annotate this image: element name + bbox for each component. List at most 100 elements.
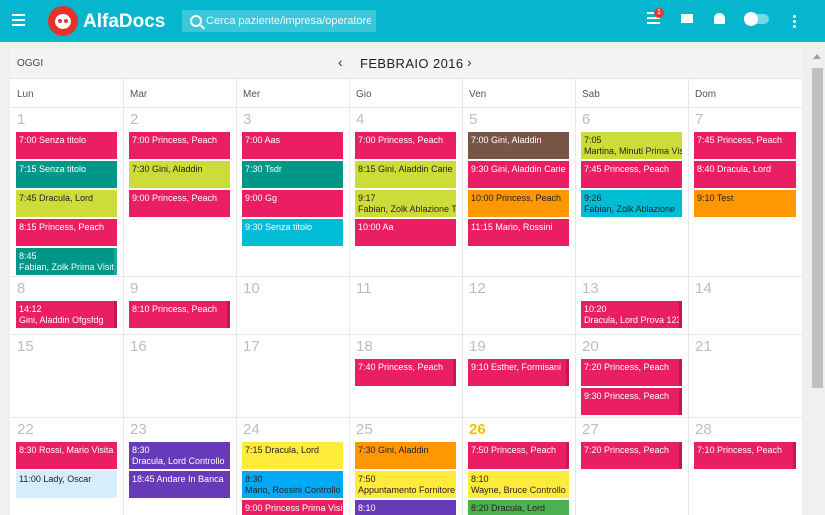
day-name-header: Dom: [695, 89, 717, 100]
calendar-event[interactable]: 7:45 Princess, Peach: [694, 132, 796, 159]
calendar-event[interactable]: 7:20 Princess, Peach: [581, 442, 682, 469]
calendar-event[interactable]: 7:45 Dracula, Lord: [16, 190, 117, 217]
calendar-event[interactable]: 9:30 Gini, Aladdin Carie: [468, 161, 569, 188]
calendar-event[interactable]: 7:00 Senza titolo: [16, 132, 117, 159]
calendar-event[interactable]: 7:40 Princess, Peach: [355, 359, 456, 386]
prev-month-button[interactable]: ‹: [338, 54, 343, 70]
calendar-event[interactable]: 9:17 Fabian, Zolk Ablazione Ta: [355, 190, 456, 217]
calendar-event[interactable]: 8:10 Wayne, Bruce Controllo: [468, 471, 569, 498]
logo-icon: [48, 6, 78, 36]
bell-icon[interactable]: [714, 13, 725, 24]
event-type: Controllo: [527, 485, 566, 495]
calendar-event[interactable]: 7:50 Appuntamento Fornitore: [355, 471, 456, 498]
calendar-event[interactable]: 7:15 Dracula, Lord: [242, 442, 343, 469]
calendar-event[interactable]: 7:00 Princess, Peach: [129, 132, 230, 159]
day-number[interactable]: 18: [356, 338, 373, 355]
day-number[interactable]: 20: [582, 338, 599, 355]
mail-icon[interactable]: [681, 14, 693, 23]
day-number[interactable]: 28: [695, 421, 712, 438]
calendar-event[interactable]: 10:00 Aa: [355, 219, 456, 246]
calendar-event[interactable]: 7:30 Tsdr: [242, 161, 343, 188]
calendar-event[interactable]: 9:10 Test: [694, 190, 796, 217]
day-number[interactable]: 17: [243, 338, 260, 355]
today-button[interactable]: OGGI: [17, 58, 43, 69]
day-number[interactable]: 15: [17, 338, 34, 355]
calendar-event[interactable]: 8:30 Dracula, Lord Controllo: [129, 442, 230, 469]
day-number[interactable]: 22: [17, 421, 34, 438]
calendar-event[interactable]: 7:05 Martina, Minuti Prima Visi: [581, 132, 682, 159]
event-title: 7:05: [584, 135, 602, 145]
calendar-event[interactable]: 9:26 Fabian, Zolk Ablazione: [581, 190, 682, 217]
calendar-event[interactable]: 9:30 Senza titolo: [242, 219, 343, 246]
calendar-event[interactable]: 9:00 Princess, Peach: [129, 190, 230, 217]
more-vert-icon[interactable]: [793, 15, 796, 30]
calendar-event[interactable]: 8:40 Dracula, Lord: [694, 161, 796, 188]
event-title: 8:10: [358, 503, 376, 513]
day-number[interactable]: 14: [695, 280, 712, 297]
calendar-event[interactable]: 8:10 Princess, Peach: [129, 301, 230, 328]
day-number[interactable]: 7: [695, 111, 703, 128]
event-patient: Fabian, Zolk Prima Visita: [19, 262, 117, 272]
calendar-event[interactable]: 7:50 Princess, Peach: [468, 442, 569, 469]
day-number[interactable]: 25: [356, 421, 373, 438]
calendar-event[interactable]: 18:45 Andare In Banca: [129, 471, 230, 498]
day-number[interactable]: 11: [356, 280, 372, 297]
day-number[interactable]: 9: [130, 280, 138, 297]
calendar-event[interactable]: 8:20 Dracula, Lord: [468, 500, 569, 515]
search-box[interactable]: [182, 10, 376, 32]
calendar-event[interactable]: 9:00 Princess Prima Visita: [242, 500, 343, 515]
next-month-button[interactable]: ›: [467, 54, 472, 70]
calendar-event[interactable]: 7:10 Princess, Peach: [694, 442, 796, 469]
day-number[interactable]: 8: [17, 280, 25, 297]
calendar-event[interactable]: 9:00 Gg: [242, 190, 343, 217]
day-number[interactable]: 3: [243, 111, 251, 128]
calendar-event[interactable]: 7:20 Princess, Peach: [581, 359, 682, 386]
event-patient: Dracula, Lord Controllo: [132, 456, 225, 466]
day-number[interactable]: 10: [243, 280, 260, 297]
day-number[interactable]: 1: [17, 111, 25, 128]
calendar-event[interactable]: 7:00 Gini, Aladdin: [468, 132, 569, 159]
calendar-event[interactable]: 11:15 Mario, Rossini: [468, 219, 569, 246]
day-number[interactable]: 19: [469, 338, 486, 355]
day-number[interactable]: 2: [130, 111, 138, 128]
calendar-event[interactable]: 8:30 Mario, Rossini Controllo: [242, 471, 343, 498]
day-number[interactable]: 13: [582, 280, 599, 297]
calendar-event[interactable]: 8:10: [355, 500, 456, 515]
event-status-stripe: [566, 442, 569, 469]
day-number[interactable]: 21: [695, 338, 712, 355]
day-number[interactable]: 4: [356, 111, 364, 128]
calendar-event[interactable]: 8:45 Fabian, Zolk Prima Visita: [16, 248, 117, 275]
menu-icon[interactable]: [12, 14, 25, 26]
day-number[interactable]: 24: [243, 421, 260, 438]
calendar-event[interactable]: 7:15 Senza titolo: [16, 161, 117, 188]
event-title: 8:30: [132, 445, 150, 455]
day-number[interactable]: 27: [582, 421, 599, 438]
day-number[interactable]: 23: [130, 421, 147, 438]
calendar-event[interactable]: 7:00 Aas: [242, 132, 343, 159]
calendar-event[interactable]: 10:00 Princess, Peach: [468, 190, 569, 217]
event-status-stripe: [227, 301, 230, 328]
page-scrollbar[interactable]: [810, 48, 825, 515]
calendar-event[interactable]: 9:30 Princess, Peach: [581, 388, 682, 415]
day-number[interactable]: 5: [469, 111, 477, 128]
calendar-event[interactable]: 8:15 Gini, Aladdin Carie: [355, 161, 456, 188]
search-input[interactable]: [206, 10, 371, 32]
calendar-event[interactable]: 11:00 Lady, Oscar: [16, 471, 117, 498]
calendar-event[interactable]: 7:30 Gini, Aladdin: [355, 442, 456, 469]
calendar-event[interactable]: 8:15 Princess, Peach: [16, 219, 117, 246]
calendar-event[interactable]: 9:10 Esther, Formisani: [468, 359, 569, 386]
day-number[interactable]: 26: [469, 421, 486, 438]
calendar-event[interactable]: 7:45 Princess, Peach: [581, 161, 682, 188]
mode-toggle[interactable]: [744, 12, 769, 26]
calendar-event[interactable]: 7:30 Gini, Aladdin: [129, 161, 230, 188]
calendar-event[interactable]: 7:00 Princess, Peach: [355, 132, 456, 159]
calendar-event[interactable]: 10:20 Dracula, Lord Prova 123: [581, 301, 682, 328]
day-name-header: Gio: [356, 89, 372, 100]
calendar-event[interactable]: 14:12 Gini, Aladdin Ofgsfdg: [16, 301, 117, 328]
day-number[interactable]: 12: [469, 280, 486, 297]
calendar-event[interactable]: 8:30 Rossi, Mario Visita: [16, 442, 117, 469]
event-title: 10:00 Princess, Peach: [471, 193, 562, 203]
event-type: Ablazione: [633, 204, 676, 214]
day-number[interactable]: 16: [130, 338, 147, 355]
day-number[interactable]: 6: [582, 111, 590, 128]
